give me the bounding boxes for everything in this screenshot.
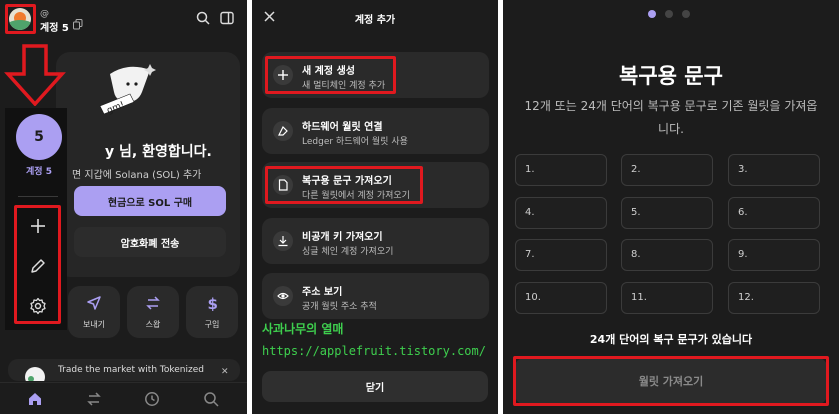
ghost-sticker-icon: gm! — [99, 64, 156, 116]
add-icon[interactable] — [29, 217, 47, 235]
document-icon — [273, 175, 293, 195]
word-input[interactable]: 3. — [728, 154, 820, 186]
word-index: 1. — [525, 164, 535, 175]
option-connect-hardware[interactable]: 하드웨어 월릿 연결 Ledger 하드웨어 월릿 사용 — [262, 108, 489, 154]
option-subtitle: Ledger 하드웨어 월릿 사용 — [302, 137, 408, 147]
eye-icon — [273, 286, 293, 306]
settings-icon[interactable] — [29, 297, 47, 315]
download-icon — [273, 231, 293, 251]
option-subtitle: 다른 월릿에서 계정 가져오기 — [302, 191, 410, 201]
copy-icon[interactable] — [73, 19, 83, 30]
word-input[interactable]: 12. — [728, 282, 820, 314]
promo-text: Trade the market with Tokenized — [58, 365, 204, 375]
dollar-icon: $ — [208, 295, 218, 311]
word-index: 12. — [738, 292, 754, 303]
send-action[interactable]: 보내기 — [68, 286, 120, 338]
option-subtitle: 싱글 체인 계정 가져오기 — [302, 247, 394, 257]
svg-text:$: $ — [208, 295, 218, 311]
page-title: 복구용 문구 — [619, 64, 723, 88]
promo-image-icon — [25, 367, 45, 381]
option-subtitle: 공개 월릿 주소 추적 — [302, 302, 377, 312]
recovery-phrase-panel: 복구용 문구 12개 또는 24개 단어의 복구용 문구로 기존 월릿을 가져옵… — [503, 0, 839, 414]
word-input[interactable]: 11. — [621, 282, 713, 314]
account-name[interactable]: 계정 5 — [40, 19, 69, 34]
option-title: 비공개 키 가져오기 — [302, 232, 383, 243]
word-index: 5. — [631, 207, 641, 218]
promo-banner[interactable]: Trade the market with Tokenized — [8, 359, 240, 381]
swap-icon[interactable] — [86, 391, 102, 407]
word-index: 8. — [631, 249, 641, 260]
watermark-name: 사과나무의 열매 — [262, 322, 344, 336]
plus-icon — [273, 65, 293, 85]
word-index: 11. — [631, 292, 647, 303]
promo-close-icon[interactable]: ✕ — [221, 367, 229, 377]
welcome-subtitle: 면 지갑에 Solana (SOL) 추가 — [72, 170, 202, 181]
page-title: 계정 추가 — [354, 15, 396, 26]
word-index: 4. — [525, 207, 535, 218]
word-input[interactable]: 4. — [515, 197, 607, 229]
send-icon — [87, 296, 101, 310]
sidebar-divider — [18, 196, 58, 197]
word-input[interactable]: 5. — [621, 197, 713, 229]
import-wallet-button[interactable]: 월릿 가져오기 — [515, 358, 827, 404]
bottom-nav — [0, 382, 247, 414]
option-create-account[interactable]: 새 계정 생성 새 멀티체인 계정 추가 — [262, 52, 489, 98]
buy-action[interactable]: $ 구입 — [186, 286, 238, 338]
home-icon[interactable] — [27, 391, 43, 407]
step-dot-active — [648, 10, 656, 18]
swap-icon — [146, 296, 160, 310]
option-import-private-key[interactable]: 비공개 키 가져오기 싱글 체인 계정 가져오기 — [262, 218, 489, 264]
word-input[interactable]: 2. — [621, 154, 713, 186]
send-label: 보내기 — [82, 320, 106, 329]
watermark-url: https://applefruit.tistory.com/ — [262, 344, 486, 358]
account-circle[interactable]: 5 — [16, 114, 62, 160]
page-description: 12개 또는 24개 단어의 복구용 문구로 기존 월릿을 가져옵니다. — [524, 99, 818, 136]
word-input[interactable]: 10. — [515, 282, 607, 314]
word-input[interactable]: 8. — [621, 239, 713, 271]
option-import-recovery-phrase[interactable]: 복구용 문구 가져오기 다른 월릿에서 계정 가져오기 — [262, 162, 489, 208]
word-index: 6. — [738, 207, 748, 218]
down-arrow-annotation-icon — [4, 44, 66, 106]
account-avatar[interactable] — [9, 8, 31, 30]
close-button[interactable]: 닫기 — [262, 371, 488, 402]
word-input[interactable]: 9. — [728, 239, 820, 271]
option-watch-address[interactable]: 주소 보기 공개 월릿 주소 추적 — [262, 273, 489, 319]
sidepanel-icon[interactable] — [220, 11, 234, 25]
option-subtitle: 새 멀티체인 계정 추가 — [302, 81, 386, 91]
wallet-home-panel: @ 계정 5 gm! y 님, 환영합니다. 면 지갑에 Solana (SOL… — [0, 0, 247, 414]
word-index: 2. — [631, 164, 641, 175]
option-title: 복구용 문구 가져오기 — [302, 176, 392, 187]
add-account-panel: 계정 추가 새 계정 생성 새 멀티체인 계정 추가 하드웨어 월릿 연결 Le… — [252, 0, 498, 414]
search-icon[interactable] — [203, 391, 219, 407]
swap-label: 스왑 — [145, 320, 161, 329]
search-icon[interactable] — [196, 11, 210, 25]
avatar-hill-shape — [9, 20, 31, 30]
step-dot — [682, 10, 690, 18]
word-input[interactable]: 1. — [515, 154, 607, 186]
welcome-title: y 님, 환영합니다. — [105, 144, 212, 160]
option-title: 하드웨어 월릿 연결 — [302, 122, 383, 133]
swap-action[interactable]: 스왑 — [127, 286, 179, 338]
history-icon[interactable] — [144, 391, 160, 407]
option-title: 주소 보기 — [302, 287, 343, 298]
send-crypto-button[interactable]: 암호화폐 전송 — [74, 227, 226, 257]
word-input[interactable]: 7. — [515, 239, 607, 271]
step-dot — [665, 10, 673, 18]
word-input[interactable]: 6. — [728, 197, 820, 229]
word-index: 3. — [738, 164, 748, 175]
buy-label: 구입 — [204, 320, 220, 329]
header: @ 계정 5 — [0, 0, 247, 40]
account-handle: @ — [40, 9, 49, 19]
phrase-length-toggle[interactable]: 24개 단어의 복구 문구가 있습니다 — [503, 331, 839, 347]
word-index: 10. — [525, 292, 541, 303]
word-index: 7. — [525, 249, 535, 260]
word-index: 9. — [738, 249, 748, 260]
ledger-icon — [273, 121, 293, 141]
buy-sol-button[interactable]: 현금으로 SOL 구매 — [74, 186, 226, 216]
edit-icon[interactable] — [29, 257, 47, 275]
option-title: 새 계정 생성 — [302, 66, 355, 77]
account-circle-label: 계정 5 — [26, 167, 52, 177]
